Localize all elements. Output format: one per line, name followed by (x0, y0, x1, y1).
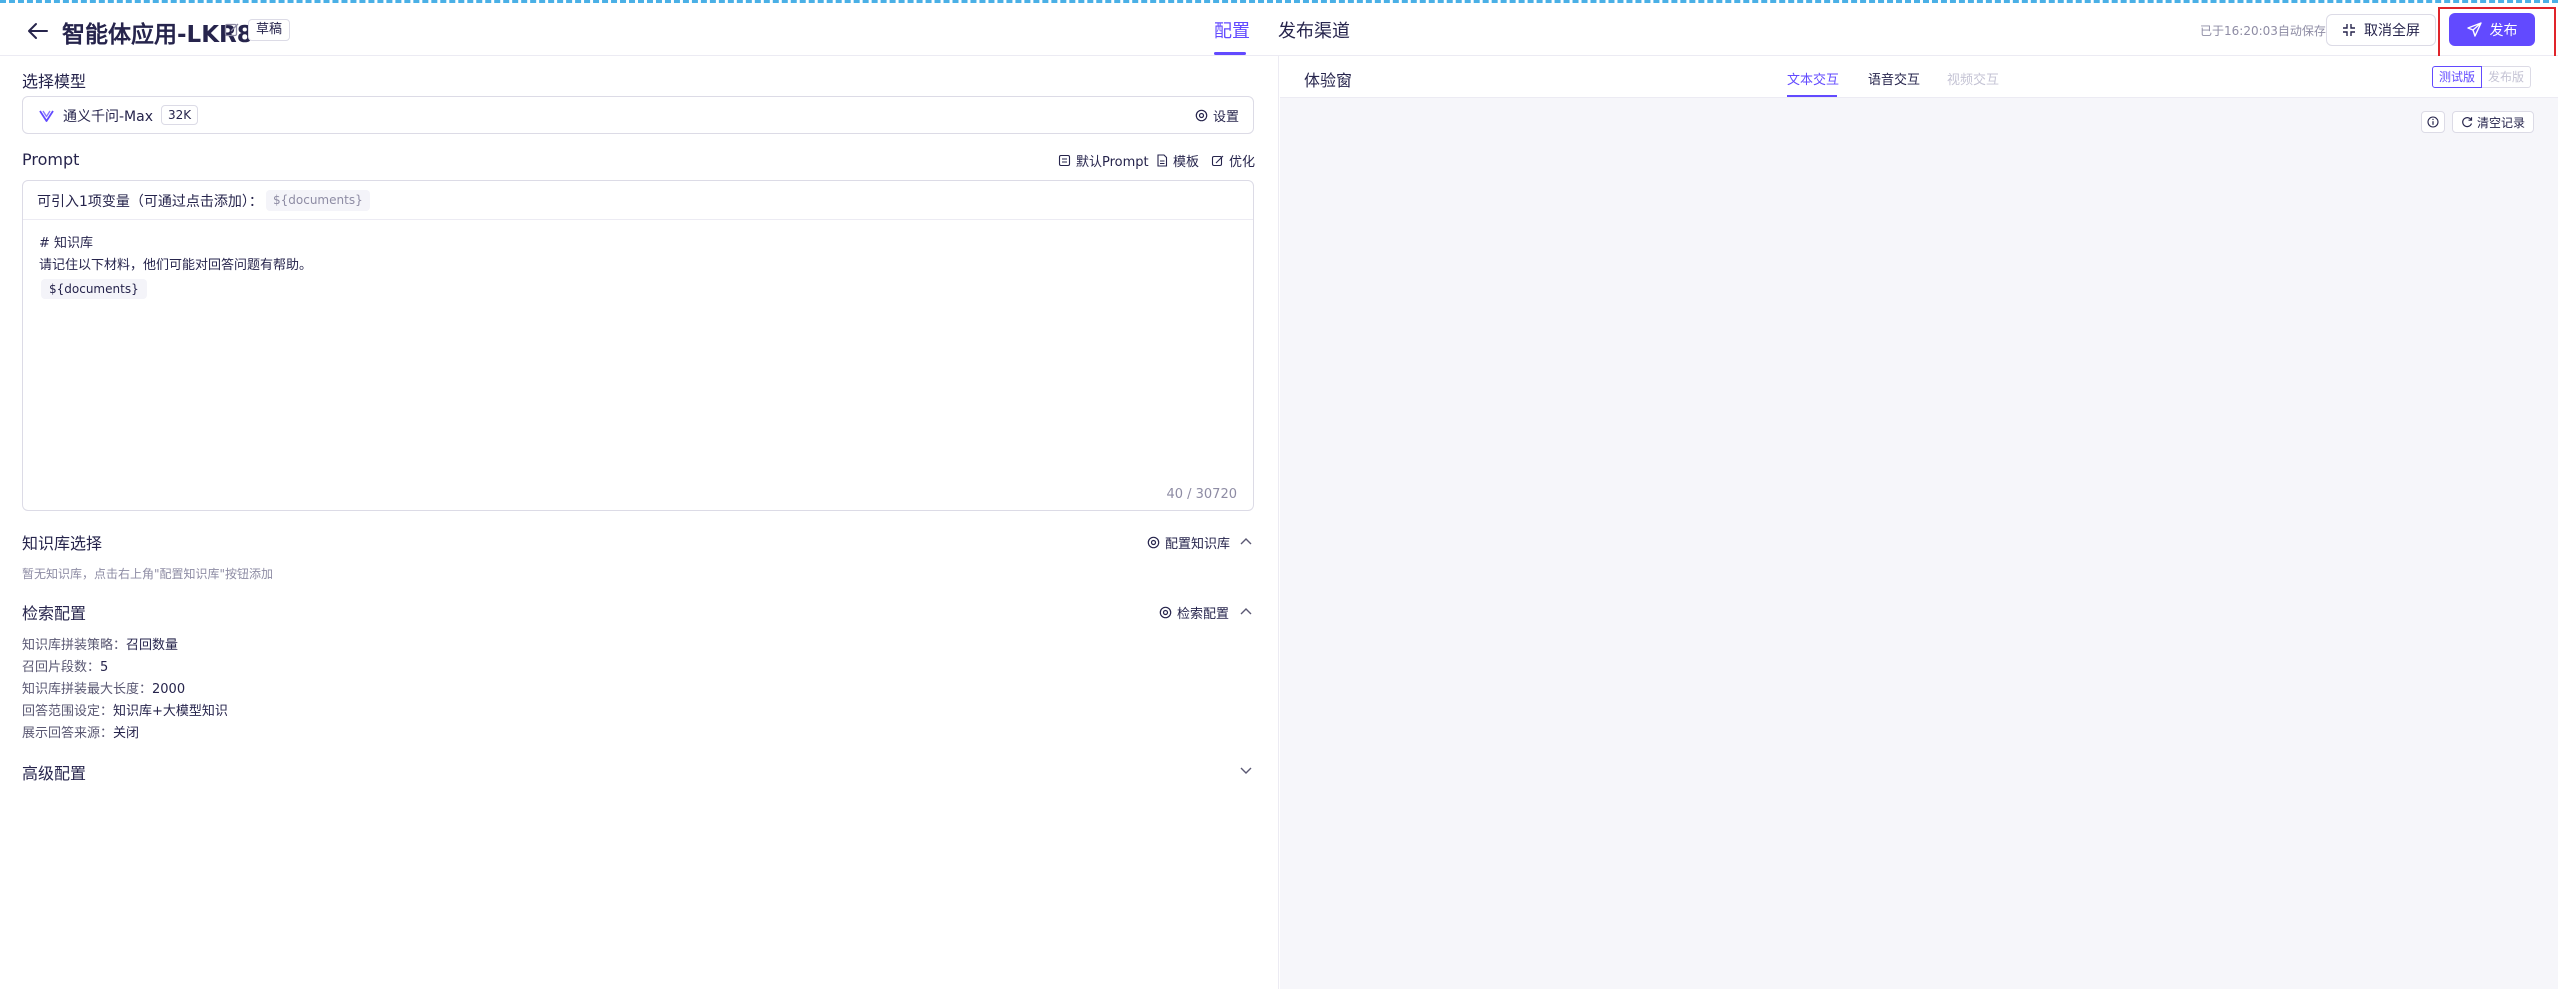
version-test-button[interactable]: 测试版 (2432, 66, 2483, 88)
file-icon (1157, 154, 1168, 167)
chevron-down-icon[interactable] (1239, 763, 1253, 777)
mode-tab-video: 视频交互 (1947, 73, 2000, 88)
exit-fullscreen-label: 取消全屏 (2364, 23, 2420, 39)
experience-panel: 体验窗 文本交互 语音交互 视频交互 测试版 发布版 清空记录 (1280, 56, 2558, 989)
setting-value: 召回数量 (126, 638, 179, 653)
configure-knowledge-label: 配置知识库 (1165, 537, 1231, 552)
setting-value: 知识库+大模型知识 (113, 704, 228, 719)
default-prompt-button[interactable]: 默认Prompt (1058, 151, 1149, 170)
prompt-editor[interactable]: 可引入1项变量（可通过点击添加）： ${documents} # 知识库 请记住… (22, 180, 1254, 511)
prompt-section-title: Prompt (22, 150, 80, 169)
tab-publish-channels[interactable]: 发布渠道 (1278, 17, 1350, 43)
prompt-content[interactable]: # 知识库 请记住以下材料，他们可能对回答问题有帮助。 ${documents} (39, 233, 312, 301)
mode-tab-text[interactable]: 文本交互 (1787, 69, 1839, 88)
mode-active-indicator (1787, 95, 1837, 97)
configure-knowledge-button[interactable]: 配置知识库 (1147, 533, 1230, 552)
model-logo-icon (39, 110, 54, 122)
exit-fullscreen-button[interactable]: 取消全屏 (2326, 14, 2436, 46)
retrieval-setting: 展示回答来源：关闭 (22, 722, 139, 741)
publish-highlight-box (2438, 7, 2556, 62)
experience-title: 体验窗 (1304, 71, 1353, 90)
chevron-up-icon[interactable] (1239, 535, 1253, 549)
template-button[interactable]: 模板 (1156, 151, 1199, 170)
setting-label: 知识库拼装最大长度： (22, 682, 153, 697)
retrieval-config-button[interactable]: 检索配置 (1159, 603, 1229, 622)
experience-header: 体验窗 文本交互 语音交互 视频交互 测试版 发布版 (1280, 56, 2558, 98)
context-length-badge: 32K (161, 105, 199, 125)
arrow-left-icon (28, 23, 48, 39)
model-selector[interactable]: 通义千问-Max 32K 设置 (22, 96, 1254, 134)
clear-history-label: 清空记录 (2476, 115, 2525, 130)
chevron-up-icon[interactable] (1239, 605, 1253, 619)
retrieval-setting: 回答范围设定：知识库+大模型知识 (22, 700, 228, 719)
retrieval-config-label: 检索配置 (1177, 607, 1230, 622)
edit-icon[interactable] (224, 22, 240, 38)
refresh-icon (2462, 117, 2473, 128)
setting-label: 展示回答来源： (22, 726, 114, 741)
setting-value: 关闭 (113, 726, 140, 741)
magic-icon (1211, 155, 1224, 167)
compress-icon (2343, 24, 2355, 36)
app-header: 智能体应用-LKR8 草稿 配置 发布渠道 已于16:20:03自动保存 取消全… (0, 3, 2558, 62)
variable-chip-documents[interactable]: ${documents} (266, 190, 370, 211)
config-panel: 选择模型 通义千问-Max 32K 设置 Prompt 默认Prompt 模板 (0, 56, 1279, 989)
info-icon (2427, 116, 2439, 128)
setting-label: 召回片段数： (22, 660, 101, 675)
clear-history-button[interactable]: 清空记录 (2452, 111, 2534, 133)
gear-icon (1147, 536, 1160, 549)
back-button[interactable] (24, 17, 52, 45)
document-icon (1058, 154, 1071, 167)
mode-tab-voice[interactable]: 语音交互 (1868, 69, 1920, 88)
draft-badge: 草稿 (248, 19, 291, 41)
setting-label: 回答范围设定： (22, 704, 114, 719)
knowledge-section-title: 知识库选择 (22, 534, 103, 553)
setting-value: 2000 (152, 682, 186, 697)
retrieval-setting: 召回片段数：5 (22, 656, 108, 675)
tab-config[interactable]: 配置 (1214, 17, 1250, 43)
template-label: 模板 (1173, 155, 1200, 170)
gear-icon (1159, 606, 1172, 619)
retrieval-section-title: 检索配置 (22, 604, 87, 623)
prompt-line: 请记住以下材料，他们可能对回答问题有帮助。 (39, 258, 313, 273)
prompt-variable-chip: ${documents} (41, 279, 147, 299)
optimize-button[interactable]: 优化 (1211, 151, 1255, 170)
model-settings-label: 设置 (1212, 110, 1239, 125)
prompt-line: # 知识库 (39, 236, 94, 251)
version-switch: 测试版 发布版 (2432, 66, 2532, 88)
retrieval-setting: 知识库拼装最大长度：2000 (22, 678, 185, 697)
default-prompt-label: 默认Prompt (1076, 155, 1149, 170)
char-counter: 40 / 30720 (1166, 487, 1237, 502)
model-section-title: 选择模型 (22, 72, 87, 91)
prompt-variable-bar: 可引入1项变量（可通过点击添加）： ${documents} (23, 181, 1253, 220)
knowledge-empty-hint: 暂无知识库，点击右上角"配置知识库"按钮添加 (22, 567, 274, 581)
version-release-button: 发布版 (2482, 66, 2532, 88)
autosave-status: 已于16:20:03自动保存 (2200, 24, 2326, 38)
optimize-label: 优化 (1229, 155, 1256, 170)
model-name: 通义千问-Max (63, 109, 153, 125)
retrieval-setting: 知识库拼装策略：召回数量 (22, 634, 178, 653)
variable-label: 可引入1项变量（可通过点击添加）： (37, 194, 263, 210)
info-button[interactable] (2421, 111, 2445, 133)
model-settings-button[interactable]: 设置 (1195, 106, 1239, 125)
tab-active-indicator (1214, 52, 1246, 55)
advanced-section-title[interactable]: 高级配置 (22, 760, 86, 784)
gear-icon (1195, 109, 1208, 122)
setting-value: 5 (100, 660, 109, 675)
setting-label: 知识库拼装策略： (22, 638, 127, 653)
